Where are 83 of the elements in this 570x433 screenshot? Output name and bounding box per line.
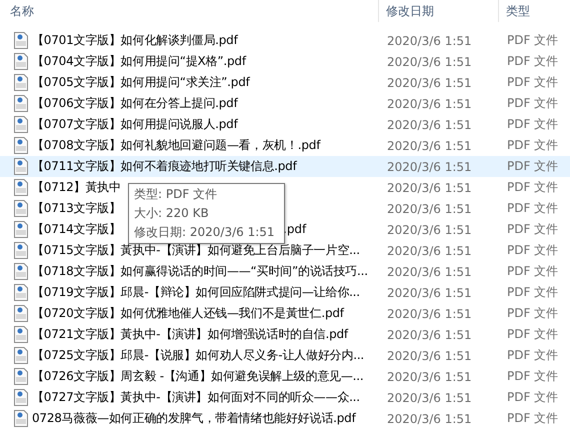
pdf-file-icon [14,74,28,91]
modified-date: 2020/3/6 1:51 [386,348,473,362]
pdf-file-icon [14,284,28,301]
pdf-file-icon [14,389,28,406]
file-name: 0728马薇薇—如何正确的发脾气，带着情绪也能好好说话.pdf [32,410,356,427]
pdf-file-icon [14,158,28,175]
pdf-file-icon [14,368,28,385]
file-type: PDF 文件 [506,368,560,385]
file-type: PDF 文件 [506,326,560,343]
file-name: 【0711文字版】如何不着痕迹地打听关键信息.pdf [32,158,297,175]
column-header[interactable]: 类型 [498,0,570,22]
tooltip-line: 修改日期: 2020/3/6 1:51 [134,224,276,241]
modified-date: 2020/3/6 1:51 [386,370,473,384]
file-type: PDF 文件 [506,116,560,133]
modified-date: 2020/3/6 1:51 [386,328,473,342]
file-type: PDF 文件 [506,242,560,259]
file-name: 【0713文字版】 [32,200,121,217]
file-name: 【0727文字版】黃执中-【演讲】如何面对不同的听众——众... [32,389,360,406]
file-type: PDF 文件 [506,74,560,91]
pdf-file-icon [14,32,28,49]
file-type: PDF 文件 [506,158,560,175]
modified-date: 2020/3/6 1:51 [386,180,473,194]
file-type: PDF 文件 [506,53,560,70]
file-type: PDF 文件 [506,221,560,238]
modified-date: 2020/3/6 1:51 [386,202,473,216]
file-type: PDF 文件 [506,179,560,196]
modified-date: 2020/3/6 1:51 [386,306,473,320]
file-type: PDF 文件 [506,137,560,154]
file-name-tail: .pdf [283,222,306,236]
pdf-file-icon [14,116,28,133]
modified-date: 2020/3/6 1:51 [386,244,473,258]
modified-date: 2020/3/6 1:51 [386,390,473,404]
modified-date: 2020/3/6 1:51 [386,34,473,48]
file-type: PDF 文件 [506,200,560,217]
modified-date: 2020/3/6 1:51 [386,160,473,174]
pdf-file-icon [14,410,28,427]
file-name: 【0704文字版】如何用提问“提X格”.pdf [32,53,246,70]
file-type: PDF 文件 [506,95,560,112]
file-name: 【0719文字版】邱晨-【辩论】如何回应陷阱式提问—让给你... [32,284,360,301]
pdf-file-icon [14,137,28,154]
pdf-file-icon [14,179,28,196]
tooltip-line: 类型: PDF 文件 [134,186,218,203]
file-type: PDF 文件 [506,32,560,49]
pdf-file-icon [14,95,28,112]
file-type: PDF 文件 [506,347,560,364]
file-type: PDF 文件 [506,263,560,280]
modified-date: 2020/3/6 1:51 [386,286,473,300]
file-name: 【0725文字版】邱晨-【说服】如何劝人尽义务-让人做好分内... [32,347,364,364]
modified-date: 2020/3/6 1:51 [386,264,473,278]
file-type: PDF 文件 [506,410,560,427]
pdf-file-icon [14,53,28,70]
tooltip-line: 大小: 220 KB [134,205,210,222]
file-name: 【0708文字版】如何礼貌地回避问题—看，灰机！.pdf [32,137,320,154]
pdf-file-icon [14,326,28,343]
file-name: 【0714文字版】 [32,221,121,238]
modified-date: 2020/3/6 1:51 [386,222,473,236]
modified-date: 2020/3/6 1:51 [386,412,473,426]
file-name: 【0715文字版】黃执中-【演讲】如何避免上台后脑子一片空... [32,242,360,259]
pdf-file-icon [14,263,28,280]
modified-date: 2020/3/6 1:51 [386,96,473,110]
column-header[interactable]: 名称 [0,0,378,22]
file-name: 【0705文字版】如何用提问“求关注”.pdf [32,74,250,91]
modified-date: 2020/3/6 1:51 [386,54,473,68]
modified-date: 2020/3/6 1:51 [386,76,473,90]
file-name: 【0721文字版】黃执中-【演讲】如何增强说话时的自信.pdf [32,326,348,343]
file-name: 【0718文字版】如何赢得说话的时间——“买时间”的说话技巧... [32,263,368,280]
modified-date: 2020/3/6 1:51 [386,138,473,152]
pdf-file-icon [14,200,28,217]
file-name: 【0726文字版】周玄毅 -【沟通】如何避免误解上级的意见—... [32,368,364,385]
pdf-file-icon [14,242,28,259]
file-type: PDF 文件 [506,284,560,301]
file-name: 【0706文字版】如何在分答上提问.pdf [32,95,238,112]
pdf-file-icon [14,347,28,364]
pdf-file-icon [14,221,28,238]
file-name: 【0701文字版】如何化解谈判僵局.pdf [32,32,238,49]
file-type: PDF 文件 [506,389,560,406]
file-name: 【0720文字版】如何优雅地催人还钱—我们不是黃世仁.pdf [32,305,344,322]
file-name: 【0707文字版】如何用提问说服人.pdf [32,116,238,133]
modified-date: 2020/3/6 1:51 [386,118,473,132]
file-type: PDF 文件 [506,305,560,322]
file-name: 【0712】黃执中 [32,179,121,196]
pdf-file-icon [14,305,28,322]
column-header[interactable]: 修改日期 [378,0,498,22]
